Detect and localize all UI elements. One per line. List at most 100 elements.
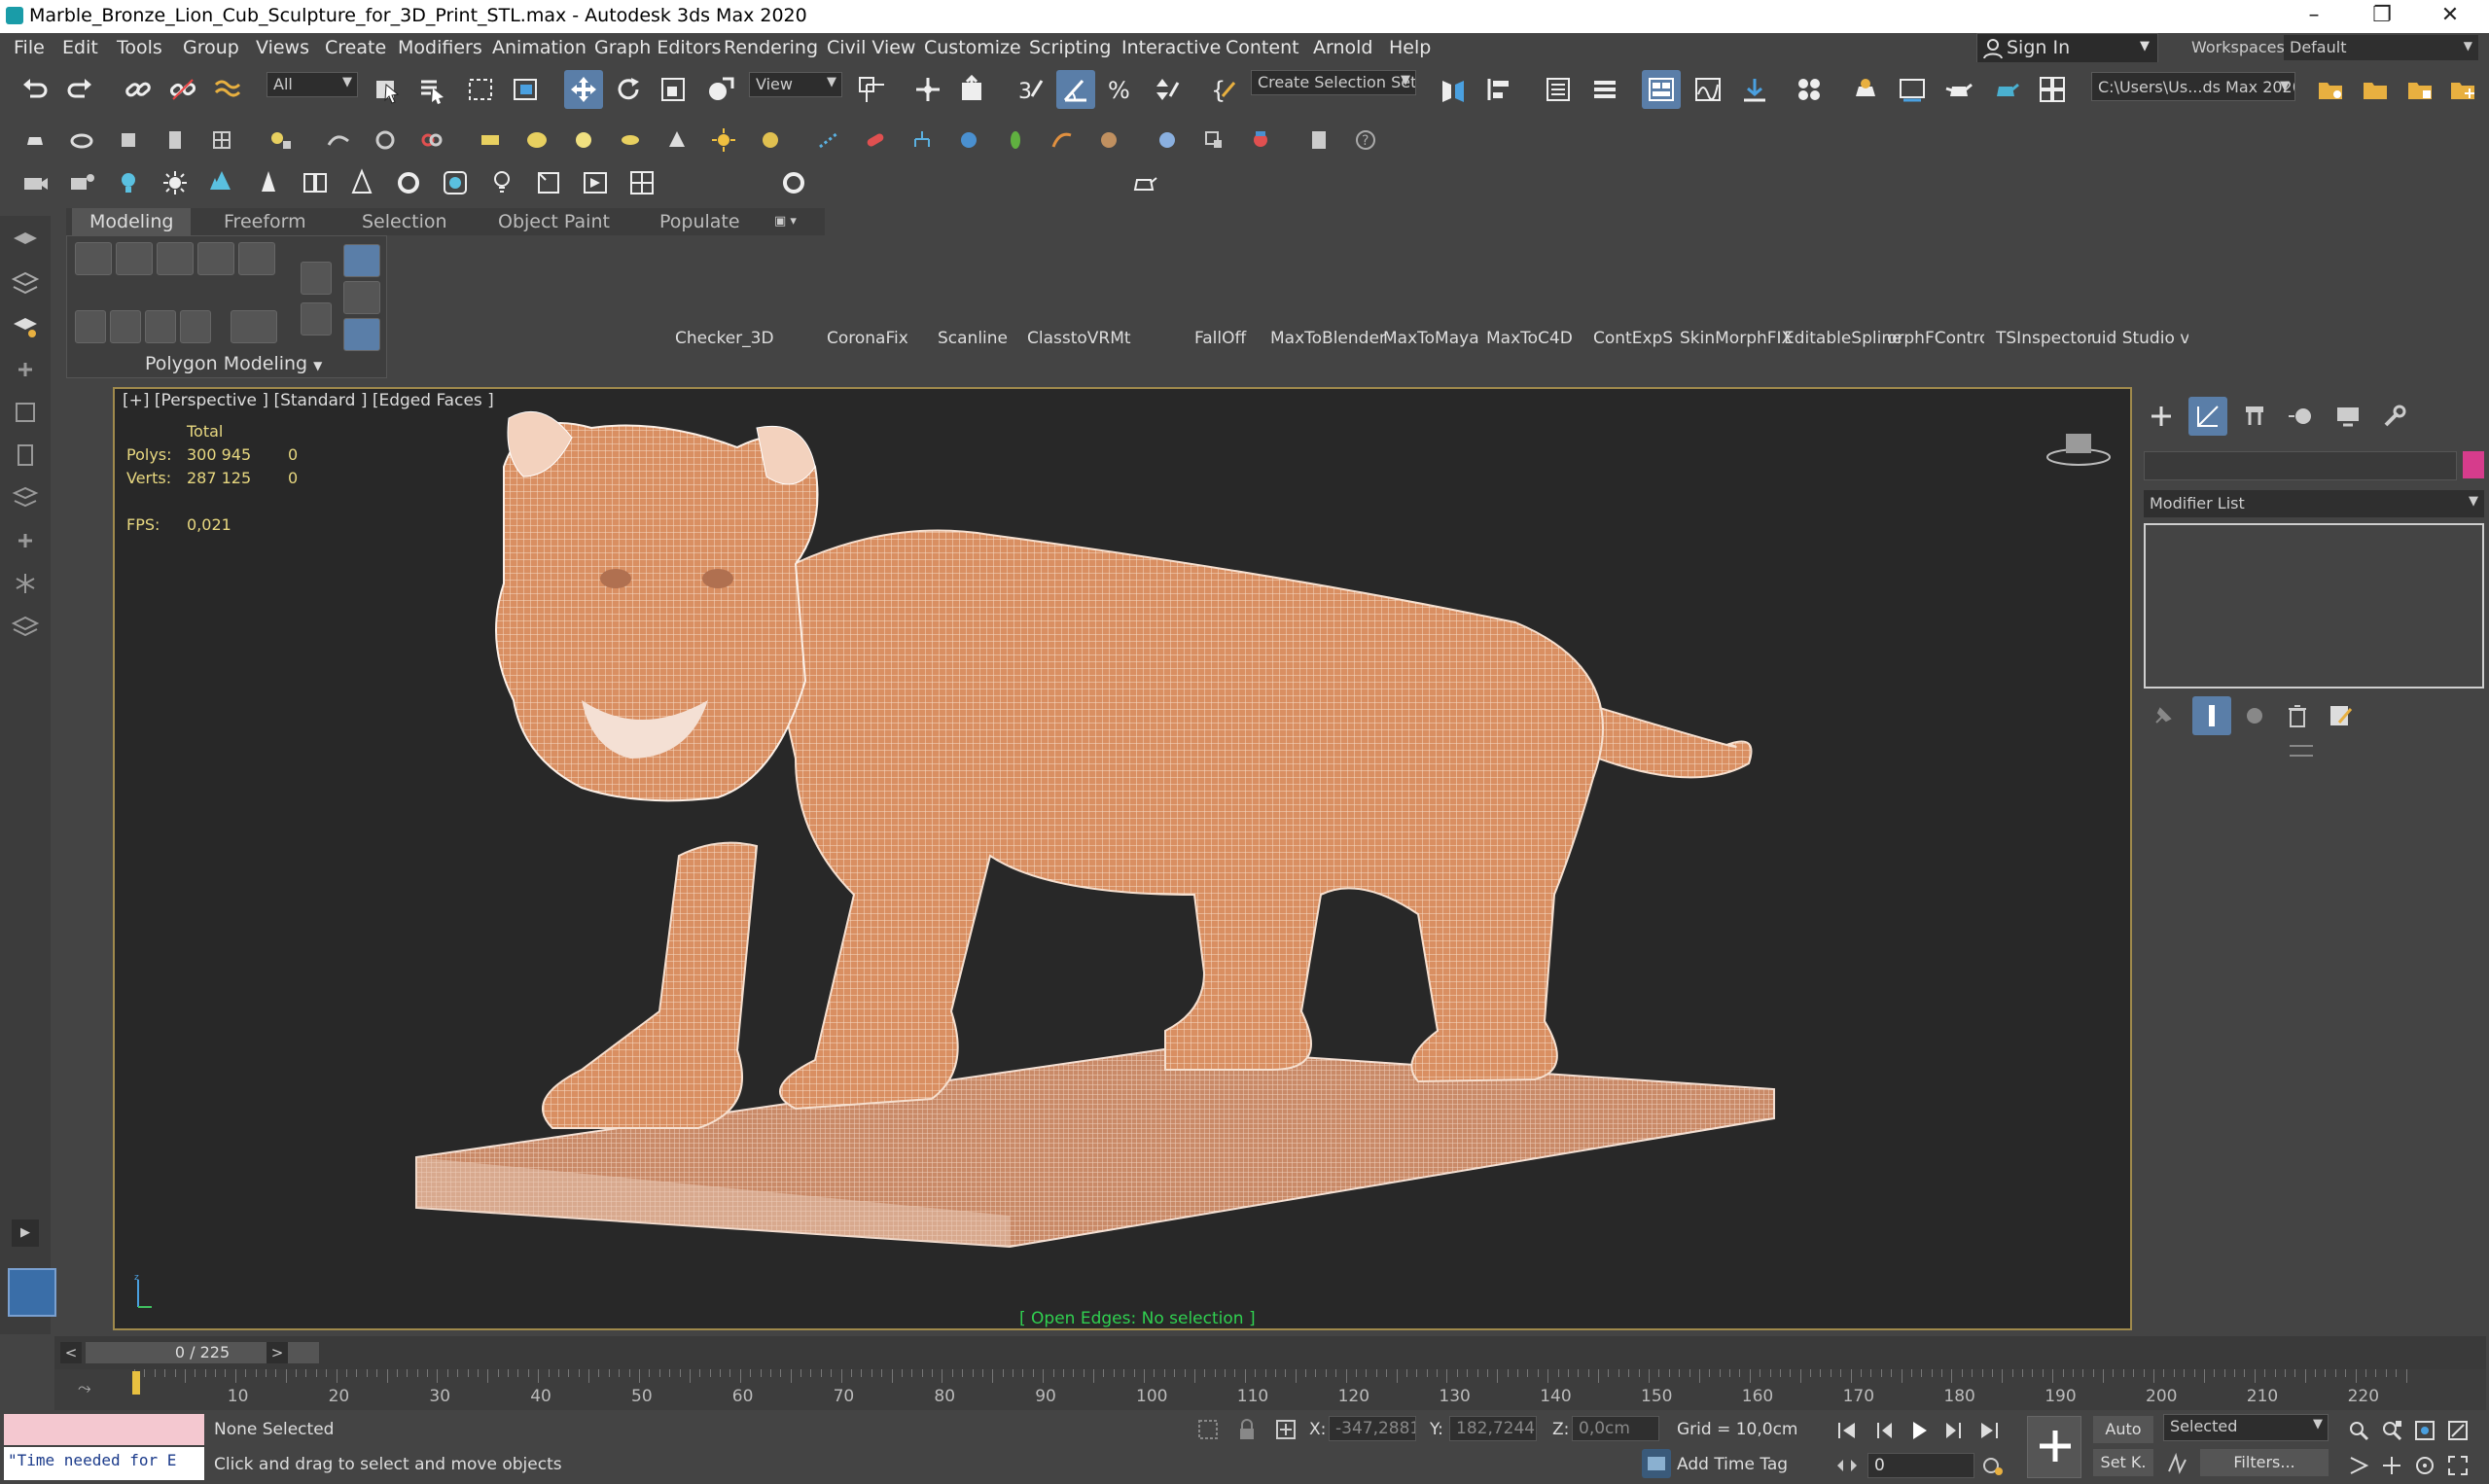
sunlight-script-button[interactable] bbox=[156, 163, 195, 202]
hair-tool-button[interactable] bbox=[1043, 121, 1082, 159]
cone-tool-button[interactable] bbox=[658, 121, 696, 159]
shrink-button[interactable] bbox=[343, 318, 380, 351]
ignore-backfacing-button[interactable] bbox=[343, 244, 380, 277]
named-selection-set-dropdown[interactable]: Create Selection Set ▼ bbox=[1251, 70, 1416, 95]
modifier-list-dropdown[interactable]: Modifier List ▼ bbox=[2144, 490, 2484, 517]
orbit-button[interactable] bbox=[2410, 1451, 2439, 1480]
key-filter-selection-dropdown[interactable]: Selected ▼ bbox=[2163, 1414, 2329, 1441]
undo-button[interactable] bbox=[16, 70, 54, 109]
edit-mesh-button[interactable] bbox=[1194, 121, 1233, 159]
bind-space-warp-button[interactable] bbox=[208, 70, 247, 109]
material-editor-button[interactable] bbox=[1790, 70, 1829, 109]
selection-lock-button[interactable] bbox=[1231, 1414, 1262, 1445]
selection-filter-dropdown[interactable]: All ▼ bbox=[267, 72, 358, 97]
time-slider-next-button[interactable]: > bbox=[267, 1342, 288, 1363]
polygon-modeling-dropdown[interactable]: Polygon Modeling ▼ bbox=[145, 353, 322, 374]
key-mode-toggle[interactable] bbox=[1832, 1451, 1862, 1480]
sun-tool-button[interactable] bbox=[704, 121, 743, 159]
absolute-mode-button[interactable] bbox=[1270, 1414, 1301, 1445]
grow-button[interactable] bbox=[343, 281, 380, 314]
script-label-checker-3d[interactable]: Checker_3D bbox=[675, 329, 774, 348]
menu-arnold[interactable]: Arnold bbox=[1309, 35, 1376, 60]
track-bar[interactable]: ⤳ 10 20 30 40 50 60 70 80 90 100 110 120 130 140 150 16… bbox=[54, 1369, 2486, 1410]
add-time-tag[interactable]: Add Time Tag bbox=[1677, 1455, 1788, 1474]
perspective-viewport[interactable]: [+] [Perspective ] [Standard ] [Edged Fa… bbox=[113, 387, 2132, 1330]
mirror-button[interactable] bbox=[1434, 70, 1473, 109]
display-tab-button[interactable] bbox=[2329, 397, 2367, 436]
isolate-selection-button[interactable] bbox=[1192, 1414, 1224, 1445]
menu-create[interactable]: Create bbox=[321, 35, 390, 60]
maximize-viewport-button[interactable] bbox=[2443, 1451, 2472, 1480]
project-create-button[interactable] bbox=[2443, 70, 2482, 109]
capsule-tool-button[interactable] bbox=[856, 121, 895, 159]
teapot-tool-button[interactable] bbox=[16, 121, 54, 159]
menu-help[interactable]: Help bbox=[1385, 35, 1435, 60]
select-manipulate-button[interactable] bbox=[908, 70, 947, 109]
globe-tool-button[interactable] bbox=[949, 121, 988, 159]
grid-script-button[interactable] bbox=[622, 163, 661, 202]
zoom-extents-button[interactable] bbox=[2410, 1416, 2439, 1445]
box-tool-button[interactable] bbox=[109, 121, 148, 159]
edge-mode-button[interactable] bbox=[116, 242, 153, 275]
material-sphere-button[interactable] bbox=[1148, 121, 1187, 159]
field-of-view-button[interactable] bbox=[2344, 1451, 2373, 1480]
minimize-button[interactable]: – bbox=[2280, 0, 2348, 33]
menu-modifiers[interactable]: Modifiers bbox=[394, 35, 486, 60]
script-label-scanline[interactable]: Scanline bbox=[938, 329, 1008, 348]
show-end-result-toggle[interactable] bbox=[2192, 696, 2231, 735]
unlink-button[interactable] bbox=[163, 70, 202, 109]
tube-tool-button[interactable] bbox=[611, 121, 650, 159]
select-object-button[interactable] bbox=[368, 70, 407, 109]
expand-panel-button[interactable]: ▶ bbox=[12, 1219, 39, 1247]
geosphere-tool-button[interactable] bbox=[751, 121, 790, 159]
script-label-contexps[interactable]: ContExpS bbox=[1593, 329, 1673, 348]
vertex-mode-button[interactable] bbox=[75, 242, 112, 275]
maxscript-listener[interactable]: "Time needed for E bbox=[4, 1447, 204, 1480]
y-coordinate-field[interactable]: 182,7244cm bbox=[1449, 1416, 1537, 1441]
show-end-result-button[interactable] bbox=[231, 310, 277, 343]
workspace-dropdown[interactable]: Default ▼ bbox=[2284, 35, 2478, 60]
menu-tools[interactable]: Tools bbox=[113, 35, 166, 60]
z-coordinate-field[interactable]: 0,0cm bbox=[1572, 1416, 1659, 1441]
curve-editor-button[interactable] bbox=[1689, 70, 1727, 109]
go-to-end-button[interactable] bbox=[1974, 1416, 2004, 1445]
slate-script-button[interactable] bbox=[576, 163, 615, 202]
collapse-stack-button[interactable] bbox=[110, 310, 141, 343]
keyboard-shortcut-override-button[interactable] bbox=[953, 70, 992, 109]
cylinder-tool-button[interactable] bbox=[517, 121, 556, 159]
light-tool-button[interactable] bbox=[261, 121, 300, 159]
select-by-name-button[interactable] bbox=[412, 70, 451, 109]
rendered-frame-window-button[interactable] bbox=[1893, 70, 1932, 109]
hierarchy-tab-button[interactable] bbox=[2235, 397, 2274, 436]
tab-modeling[interactable]: Modeling bbox=[72, 208, 192, 235]
percent-snap-button[interactable]: % bbox=[1101, 70, 1140, 109]
toggle-ribbon-button[interactable] bbox=[1642, 70, 1681, 109]
foliage-tool-button[interactable] bbox=[996, 121, 1035, 159]
zoom-button[interactable] bbox=[2344, 1416, 2373, 1445]
forest-script-button[interactable] bbox=[249, 163, 288, 202]
key-filters-button[interactable]: Filters... bbox=[2200, 1449, 2329, 1476]
make-unique-button[interactable] bbox=[2235, 696, 2274, 735]
set-key-mode-button[interactable]: Set K. bbox=[2093, 1449, 2153, 1476]
current-frame-marker[interactable] bbox=[132, 1371, 140, 1395]
pan-view-button[interactable] bbox=[2377, 1451, 2406, 1480]
link-button[interactable] bbox=[119, 70, 158, 109]
menu-edit[interactable]: Edit bbox=[58, 35, 102, 60]
panel-tool-button[interactable] bbox=[156, 121, 195, 159]
ribbon-options-dropdown[interactable]: ▣ ▾ bbox=[774, 214, 809, 231]
utilities-tab-button[interactable] bbox=[2375, 397, 2414, 436]
layer-explorer-button[interactable] bbox=[1585, 70, 1624, 109]
align-button[interactable] bbox=[1480, 70, 1519, 109]
place-button[interactable] bbox=[700, 70, 739, 109]
reference-coordinate-dropdown[interactable]: View ▼ bbox=[749, 72, 842, 97]
script-label-skinmorphfix[interactable]: SkinMorphFIX bbox=[1680, 329, 1793, 348]
chain-tool-button[interactable] bbox=[412, 121, 451, 159]
script-label-falloff[interactable]: FallOff bbox=[1194, 329, 1246, 348]
teapot-script-button[interactable] bbox=[1124, 163, 1163, 202]
element-mode-button[interactable] bbox=[238, 242, 275, 275]
schematic-view-button[interactable] bbox=[1735, 70, 1774, 109]
polygon-mode-button[interactable] bbox=[197, 242, 234, 275]
tab-populate[interactable]: Populate bbox=[642, 208, 758, 235]
layer-freeze-button[interactable] bbox=[6, 564, 45, 603]
previous-frame-button[interactable] bbox=[1869, 1416, 1899, 1445]
